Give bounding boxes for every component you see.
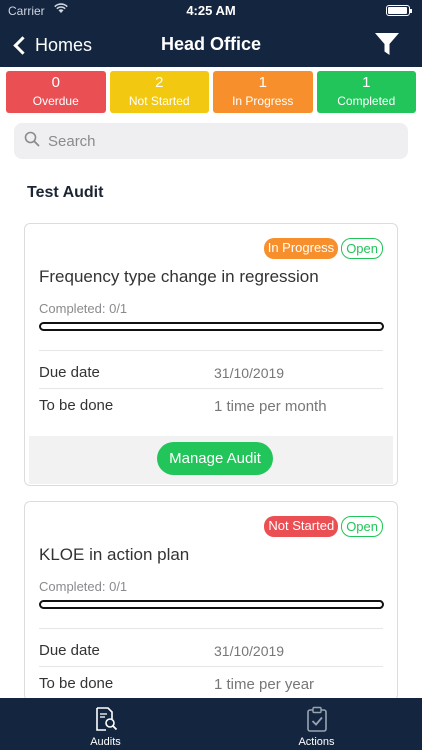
search-icon [24,131,40,152]
status-summary: 0 Overdue 2 Not Started 1 In Progress 1 … [6,71,416,113]
to-be-done-value: 1 time per month [214,398,327,415]
completed-count: Completed: 0/1 [39,301,128,316]
tab-audits[interactable]: Audits [0,698,211,750]
divider [39,666,383,667]
progress-bar [39,322,384,331]
search-input[interactable] [48,132,378,150]
stat-completed[interactable]: 1 Completed [316,71,416,113]
to-be-done-value: 1 time per year [214,676,315,693]
clipboard-check-icon [306,706,327,732]
badge-group: In Progress Open [263,238,383,259]
back-button[interactable]: Homes [10,33,92,57]
battery-icon [386,5,412,16]
due-date-value: 31/10/2019 [214,643,285,659]
stat-label: Completed [337,94,396,108]
back-button-label: Homes [35,34,93,55]
search-bar[interactable] [14,123,408,159]
divider [39,350,383,351]
badge-group: Not Started Open [264,516,383,537]
audit-card[interactable]: Not Started Open KLOE in action plan Com… [24,501,398,701]
state-badge: Open [341,516,383,537]
to-be-done-label: To be done [39,675,114,692]
tab-actions[interactable]: Actions [211,698,422,750]
status-badge: In Progress [263,238,339,259]
audit-title: Frequency type change in regression [39,267,319,286]
to-be-done-label: To be done [39,397,114,414]
card-footer: Manage Audit [29,436,393,484]
divider [39,628,383,629]
stat-in-progress[interactable]: 1 In Progress [213,71,313,113]
audit-card[interactable]: In Progress Open Frequency type change i… [24,223,398,486]
stat-count: 0 [51,74,60,91]
stat-label: Not Started [128,94,190,108]
section-title: Test Audit [27,184,104,201]
tab-label: Audits [90,736,121,748]
filter-icon[interactable] [374,31,400,57]
due-date-label: Due date [39,642,100,659]
due-date-label: Due date [39,364,100,381]
stat-count: 1 [258,74,267,91]
stat-label: In Progress [232,94,294,108]
status-bar: Carrier 4:25 AM [0,0,422,22]
manage-audit-button[interactable]: Manage Audit [157,442,273,475]
tab-bar: Audits Actions [0,698,422,750]
divider [39,388,383,389]
status-badge: Not Started [264,516,339,537]
audit-search-icon [95,707,117,731]
stat-count: 2 [155,74,164,91]
stat-label: Overdue [32,94,79,108]
audit-title: KLOE in action plan [39,545,190,564]
progress-bar [39,600,384,609]
stat-not-started[interactable]: 2 Not Started [109,71,209,113]
stat-count: 1 [362,74,371,91]
completed-count: Completed: 0/1 [39,579,128,594]
status-time: 4:25 AM [186,3,236,18]
stat-overdue[interactable]: 0 Overdue [6,71,106,113]
due-date-value: 31/10/2019 [214,365,285,381]
chevron-left-icon [13,35,32,55]
tab-label: Actions [298,736,335,748]
state-badge: Open [341,238,383,259]
navigation-bar: Carrier 4:25 AM Homes Head Office [0,0,422,67]
